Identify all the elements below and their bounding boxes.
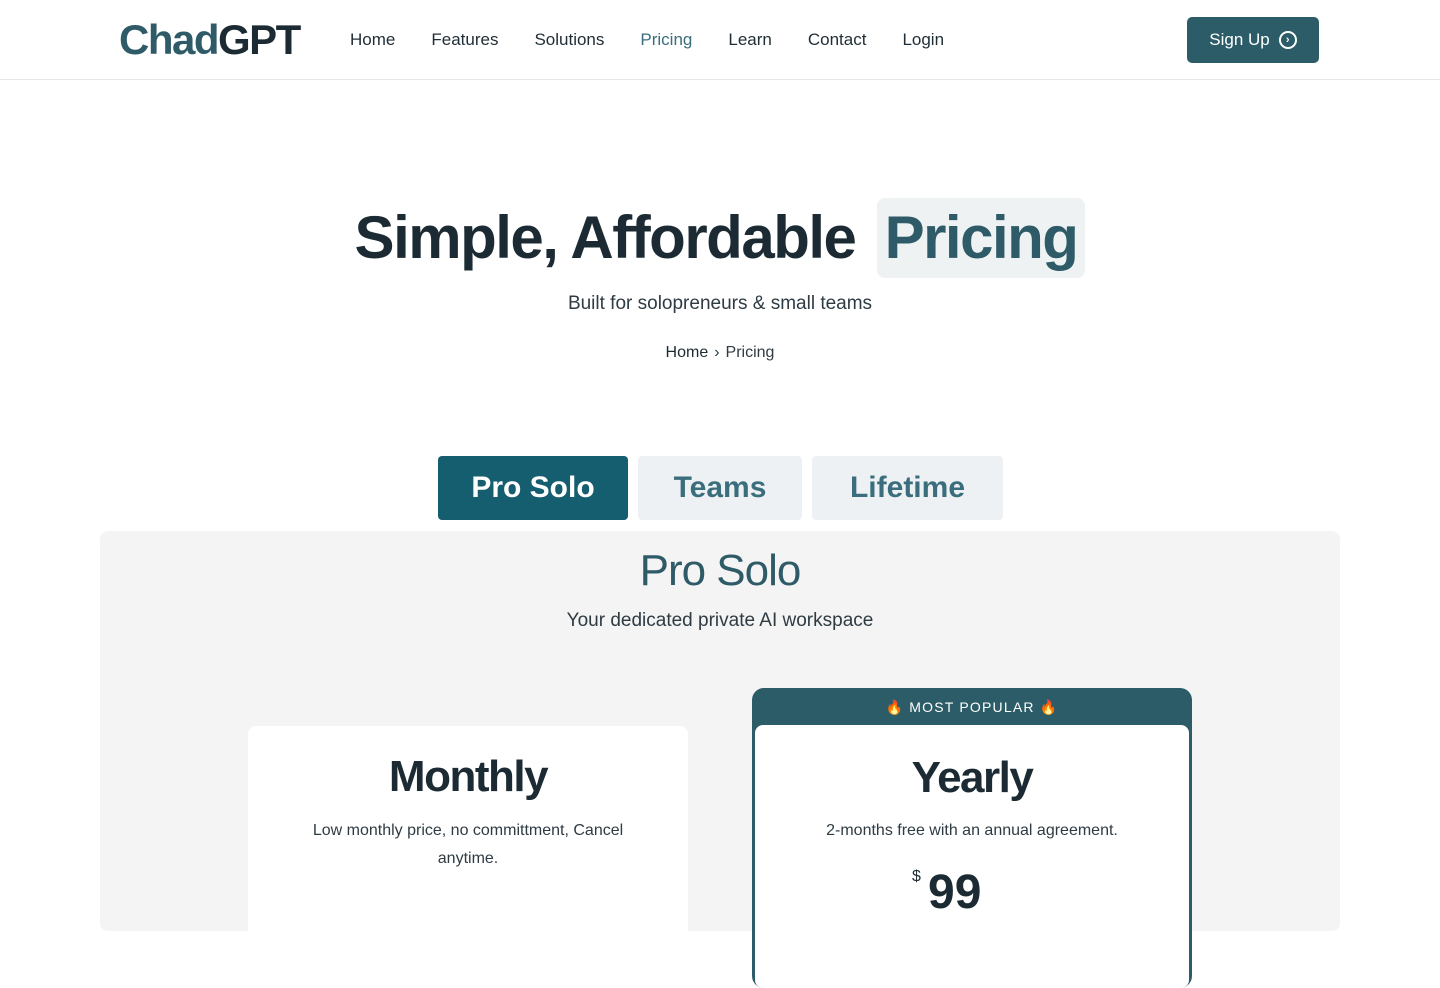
- sign-up-button[interactable]: Sign Up ›: [1187, 17, 1319, 63]
- nav-login[interactable]: Login: [902, 28, 944, 52]
- price-currency: $: [912, 868, 921, 885]
- panel-subtitle: Your dedicated private AI workspace: [566, 610, 874, 631]
- yearly-plan-wrapper: 🔥 MOST POPULAR 🔥 Yearly 2-months free wi…: [752, 688, 1192, 988]
- main-nav: Home Features Solutions Pricing Learn Co…: [350, 28, 980, 52]
- page-title: Simple, Affordable Pricing: [0, 198, 1440, 278]
- logo-chad: Chad: [119, 16, 220, 63]
- arrow-right-circle-icon: ›: [1278, 31, 1297, 49]
- yearly-plan-card: Yearly 2-months free with an annual agre…: [755, 725, 1189, 988]
- monthly-description: Low monthly price, no committment, Cance…: [312, 822, 624, 867]
- breadcrumb-current: Pricing: [725, 344, 775, 361]
- nav-pricing[interactable]: Pricing: [640, 28, 692, 52]
- yearly-title: Yearly: [911, 753, 1034, 802]
- breadcrumb: Home › Pricing: [0, 342, 1440, 364]
- badge-label: MOST POPULAR: [909, 699, 1035, 715]
- price-value: 99: [928, 866, 982, 919]
- title-highlight: Pricing: [876, 198, 1086, 278]
- pricing-panel: Pro Solo Your dedicated private AI works…: [100, 531, 1340, 988]
- tab-teams[interactable]: Teams: [638, 456, 802, 520]
- site-header: ChadGPT Home Features Solutions Pricing …: [0, 0, 1440, 80]
- tab-lifetime[interactable]: Lifetime: [812, 456, 1003, 520]
- logo[interactable]: ChadGPT: [119, 16, 301, 64]
- monthly-title: Monthly: [388, 752, 549, 801]
- title-text: Simple, Affordable: [354, 204, 857, 271]
- tab-pro-solo[interactable]: Pro Solo: [438, 456, 628, 520]
- logo-gpt: GPT: [218, 16, 301, 63]
- nav-solutions[interactable]: Solutions: [534, 28, 604, 52]
- nav-home[interactable]: Home: [350, 28, 395, 52]
- sign-up-label: Sign Up: [1209, 30, 1270, 49]
- monthly-plan-card: Monthly Low monthly price, no committmen…: [248, 726, 688, 986]
- nav-features[interactable]: Features: [431, 28, 498, 52]
- plan-tabs: Pro Solo Teams Lifetime: [438, 456, 1003, 520]
- nav-learn[interactable]: Learn: [728, 28, 771, 52]
- breadcrumb-separator: ›: [714, 344, 720, 361]
- fire-icon: 🔥: [885, 699, 905, 715]
- nav-contact[interactable]: Contact: [808, 28, 867, 52]
- panel-title: Pro Solo: [639, 546, 802, 595]
- breadcrumb-home[interactable]: Home: [666, 344, 709, 361]
- fire-icon: 🔥: [1039, 699, 1059, 715]
- yearly-description: 2-months free with an annual agreement.: [826, 822, 1118, 839]
- page-subtitle: Built for solopreneurs & small teams: [567, 293, 873, 314]
- most-popular-badge: 🔥 MOST POPULAR 🔥: [752, 696, 1192, 718]
